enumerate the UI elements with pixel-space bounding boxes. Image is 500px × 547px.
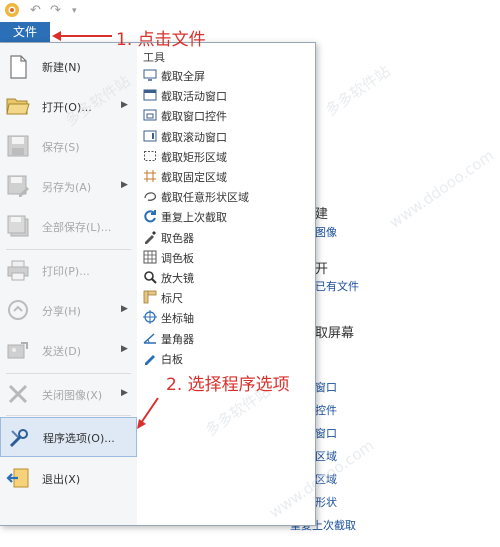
annotation-step1: 1. 点击文件 xyxy=(116,30,206,50)
annotation-step2: 2. 选择程序选项 xyxy=(166,375,290,395)
annotation-arrows xyxy=(52,31,159,429)
